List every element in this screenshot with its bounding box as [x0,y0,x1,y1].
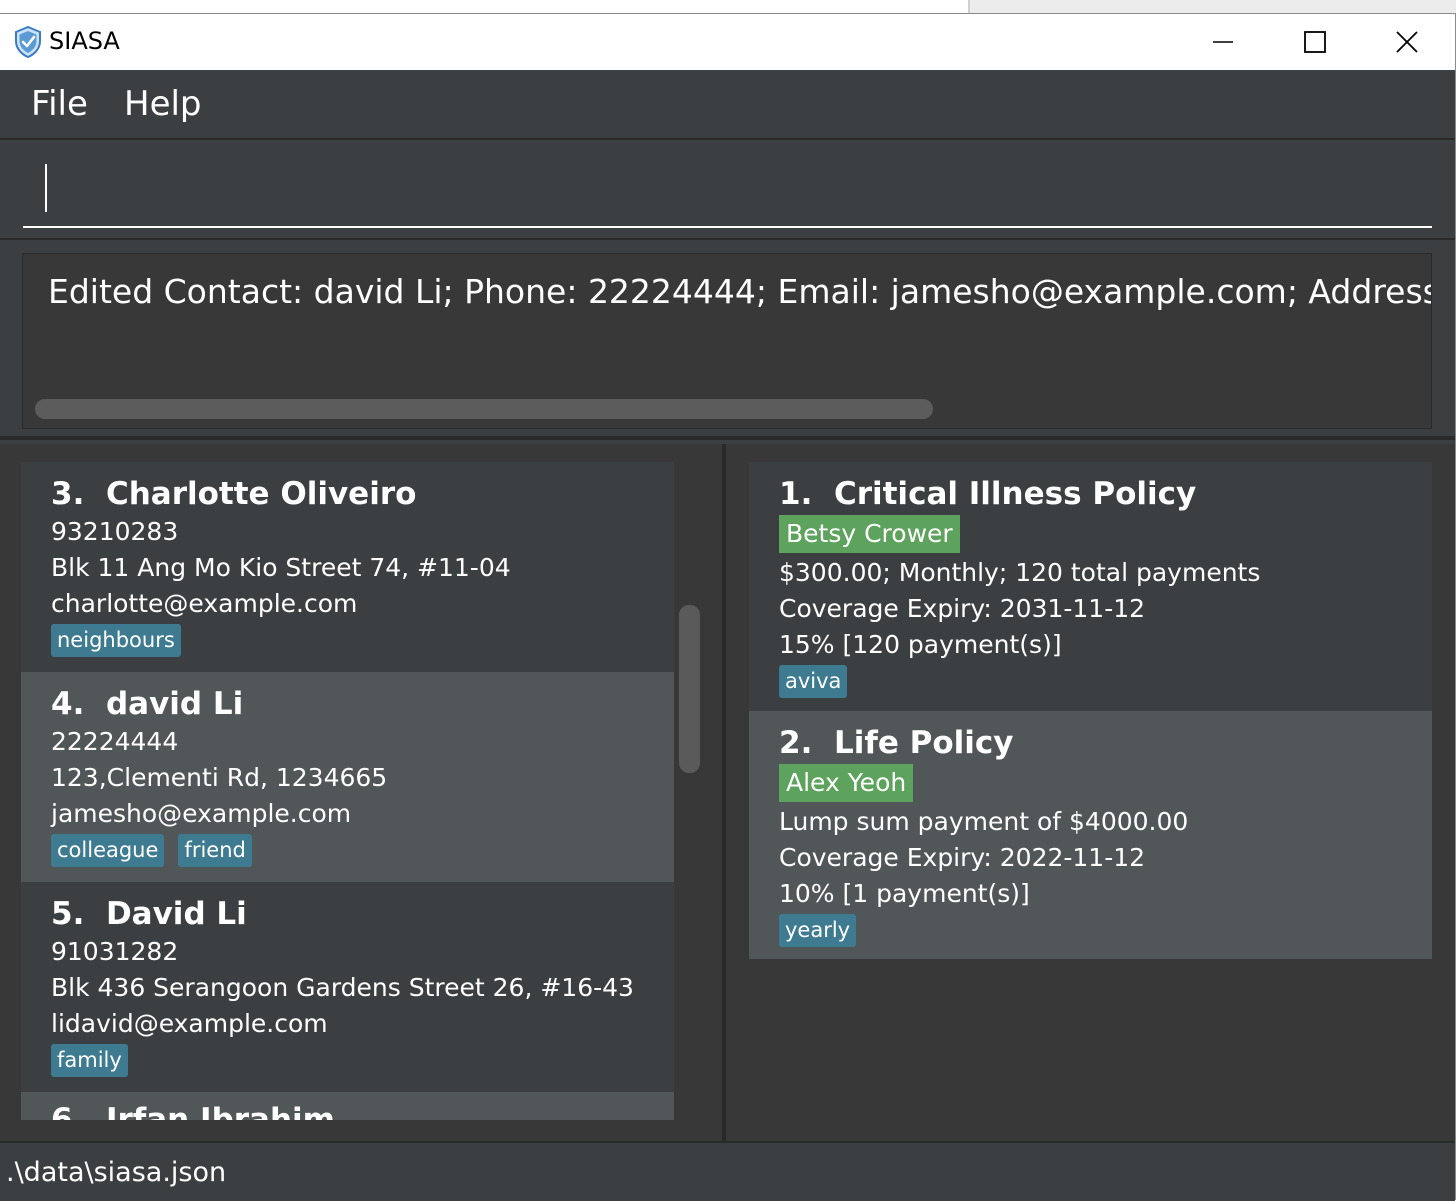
result-horizontal-scrollbar[interactable] [35,399,933,419]
person-name-text: Irfan Ibrahim [105,1102,335,1120]
person-card[interactable]: 5. David Li 91031282 Blk 436 Serangoon G… [21,882,674,1092]
person-email: charlotte@example.com [51,589,358,618]
person-address: 123,Clementi Rd, 1234665 [51,763,388,792]
result-display[interactable]: Edited Contact: david Li; Phone: 2222444… [22,253,1432,429]
lists-area: 3. Charlotte Oliveiro 93210283 Blk 11 An… [0,444,1455,1141]
close-icon [1396,31,1418,53]
person-phone: 93210283 [51,517,179,546]
person-index: 6. [51,1102,85,1120]
policy-commission: 10% [1 payment(s)] [779,879,1030,908]
policy-title-text: Critical Illness Policy [833,476,1197,512]
tag: colleague [51,834,165,867]
policy-card[interactable]: 2. Life Policy Alex Yeoh Lump sum paymen… [749,711,1432,959]
person-email: jamesho@example.com [51,799,352,828]
person-index: 4. [51,686,85,722]
tag: friend [178,834,252,867]
person-address: Blk 11 Ang Mo Kio Street 74, #11-04 [51,553,511,582]
policy-index: 2. [779,725,813,761]
policy-tags: aviva [779,665,1402,698]
desktop-background [0,0,1456,14]
person-name-text: Charlotte Oliveiro [105,476,417,512]
result-display-area: Edited Contact: david Li; Phone: 2222444… [0,242,1455,440]
person-name-text: david Li [105,686,244,722]
window-title: SIASA [49,27,120,55]
policy-title: 1. Critical Illness Policy [779,474,1402,514]
person-card[interactable]: 3. Charlotte Oliveiro 93210283 Blk 11 An… [21,462,674,672]
shield-icon [15,26,41,58]
person-card-partial[interactable]: 6. Irfan Ibrahim [21,1092,674,1120]
policy-title-text: Life Policy [833,725,1014,761]
tag: family [51,1044,128,1077]
person-tags: family [51,1044,644,1077]
status-bar: .\data\siasa.json [0,1141,1455,1201]
command-box [0,140,1455,240]
policy-owner: Alex Yeoh [779,764,914,802]
person-list[interactable]: 3. Charlotte Oliveiro 93210283 Blk 11 An… [21,462,674,1120]
tag: neighbours [51,624,181,657]
policy-tags: yearly [779,914,1402,947]
policy-title: 2. Life Policy [779,723,1402,763]
person-name: 6. Irfan Ibrahim [51,1100,644,1120]
policy-commission: 15% [120 payment(s)] [779,630,1062,659]
person-index: 3. [51,476,85,512]
person-phone: 22224444 [51,727,179,756]
maximize-icon [1304,31,1326,53]
person-tags: neighbours [51,624,644,657]
person-address: Blk 436 Serangoon Gardens Street 26, #16… [51,973,634,1002]
person-name: 5. David Li [51,894,644,934]
menu-help[interactable]: Help [124,82,202,126]
text-caret [45,164,47,212]
policy-list-panel: 1. Critical Illness Policy Betsy Crower … [728,444,1455,1141]
person-card-selected[interactable]: 4. david Li 22224444 123,Clementi Rd, 12… [21,672,674,882]
command-input[interactable] [23,160,1432,228]
policy-expiry: Coverage Expiry: 2031-11-12 [779,594,1146,623]
person-list-panel: 3. Charlotte Oliveiro 93210283 Blk 11 An… [0,444,726,1141]
minimize-button[interactable] [1177,14,1269,70]
person-list-scrollbar[interactable] [679,605,700,773]
close-button[interactable] [1361,14,1453,70]
person-index: 5. [51,896,85,932]
policy-index: 1. [779,476,813,512]
maximize-button[interactable] [1269,14,1361,70]
minimize-icon [1213,41,1233,43]
tag: aviva [779,665,848,698]
desktop-window-behind [970,0,1456,14]
result-message: Edited Contact: david Li; Phone: 2222444… [48,272,1431,311]
person-name: 4. david Li [51,684,644,724]
save-location: .\data\siasa.json [6,1157,227,1188]
policy-payment: $300.00; Monthly; 120 total payments [779,558,1261,587]
tag: yearly [779,914,857,947]
policy-list[interactable]: 1. Critical Illness Policy Betsy Crower … [749,462,1432,962]
person-name: 3. Charlotte Oliveiro [51,474,644,514]
policy-expiry: Coverage Expiry: 2022-11-12 [779,843,1146,872]
policy-owner: Betsy Crower [779,515,960,553]
menu-bar: File Help [0,70,1455,140]
person-tags: colleague friend [51,834,644,867]
person-phone: 91031282 [51,937,179,966]
person-email: lidavid@example.com [51,1009,328,1038]
app-window: SIASA File Help Edited Contact: david Li… [0,13,1456,1201]
title-bar[interactable]: SIASA [0,14,1455,70]
policy-card[interactable]: 1. Critical Illness Policy Betsy Crower … [749,462,1432,711]
person-name-text: David Li [105,896,247,932]
menu-file[interactable]: File [31,82,88,126]
policy-payment: Lump sum payment of $4000.00 [779,807,1189,836]
